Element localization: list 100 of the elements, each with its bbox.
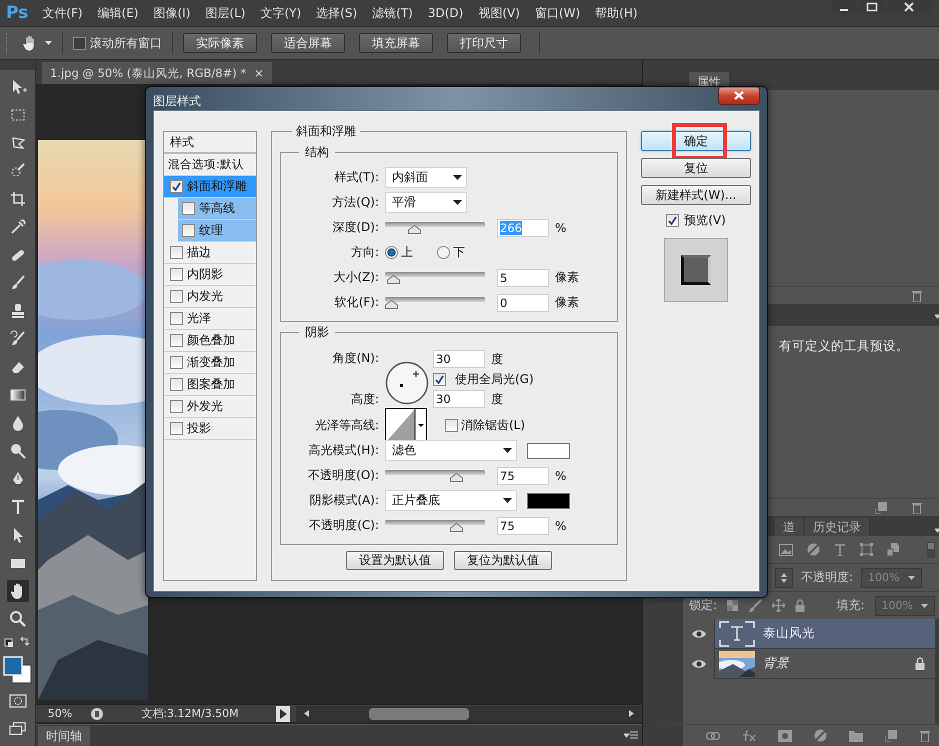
radio-button[interactable] <box>385 246 398 259</box>
trash-icon[interactable] <box>911 289 923 302</box>
radio-button[interactable] <box>437 246 450 259</box>
menu-item[interactable]: 选择(S) <box>316 4 358 22</box>
list-item[interactable]: 投影 <box>164 418 256 440</box>
caret-icon[interactable] <box>503 448 512 453</box>
scroll-left-icon[interactable] <box>304 710 309 717</box>
menu-item[interactable]: 编辑(E) <box>98 4 138 22</box>
play-icon[interactable] <box>276 706 290 722</box>
checkbox[interactable] <box>170 422 183 435</box>
number-field[interactable]: 30 <box>433 350 485 368</box>
blend-mode-spinner[interactable] <box>775 568 793 588</box>
new-layer-icon[interactable] <box>885 730 897 742</box>
color-swatches-icon[interactable] <box>2 656 32 684</box>
lock-icon[interactable] <box>795 599 806 612</box>
list-item[interactable]: 图案叠加 <box>164 374 256 396</box>
checkbox[interactable] <box>170 180 183 193</box>
lock-brush-icon[interactable] <box>748 599 762 612</box>
adjustment-filter-icon[interactable] <box>807 543 820 556</box>
menu-item[interactable]: 图像(I) <box>154 4 190 22</box>
list-item[interactable]: 斜面和浮雕 <box>164 176 256 198</box>
checkbox[interactable] <box>666 214 680 227</box>
caret-icon[interactable] <box>453 200 462 205</box>
menu-item[interactable]: 3D(D) <box>428 6 464 20</box>
toolbar-button[interactable]: 填充屏幕 <box>359 33 433 53</box>
folder-icon[interactable] <box>849 730 863 742</box>
smart-object-filter-icon[interactable] <box>887 543 899 556</box>
image-filter-icon[interactable] <box>779 544 793 556</box>
panel-menu-icon[interactable] <box>624 730 638 740</box>
list-item[interactable]: 渐变叠加 <box>164 352 256 374</box>
default-button[interactable]: 设置为默认值 <box>346 551 444 570</box>
shape-filter-icon[interactable] <box>860 543 873 556</box>
mask-icon[interactable] <box>778 730 792 742</box>
dropdown[interactable]: 正片叠底 <box>385 490 517 511</box>
menu-item[interactable]: 视图(V) <box>478 4 520 22</box>
list-item[interactable]: 内阴影 <box>164 264 256 286</box>
slider-thumb[interactable] <box>450 523 464 532</box>
layer-row[interactable]: 泰山风光 <box>683 619 935 649</box>
document-tab[interactable]: 1.jpg @ 50% (泰山风光, RGB/8#) * × <box>42 62 272 84</box>
fx-icon[interactable] <box>742 730 756 742</box>
list-item[interactable]: 内发光 <box>164 286 256 308</box>
layer-row[interactable]: 背景 <box>683 649 935 679</box>
caret-icon[interactable] <box>453 175 462 180</box>
list-item[interactable]: 纹理 <box>178 220 256 242</box>
timeline-tab[interactable]: 时间轴 <box>38 726 90 746</box>
checkbox[interactable] <box>170 356 183 369</box>
dropdown[interactable]: 内斜面 <box>385 167 467 188</box>
checkbox[interactable] <box>73 36 86 50</box>
menu-item[interactable]: 帮助(H) <box>595 4 638 22</box>
list-item[interactable]: 颜色叠加 <box>164 330 256 352</box>
close-tab-button[interactable]: × <box>254 66 264 80</box>
menu-item[interactable]: 图层(L) <box>205 4 246 22</box>
number-field[interactable]: 75 <box>497 516 549 534</box>
checkbox[interactable] <box>433 372 446 386</box>
horizontal-scrollbar[interactable] <box>296 706 642 722</box>
number-field[interactable]: 75 <box>497 466 549 484</box>
toolbar-button[interactable]: 打印尺寸 <box>447 33 521 53</box>
list-item[interactable]: 等高线 <box>178 198 256 220</box>
slider-thumb[interactable] <box>450 473 464 482</box>
dropdown[interactable]: 平滑 <box>385 192 467 213</box>
trash-icon[interactable] <box>919 729 931 742</box>
list-header[interactable]: 样式 <box>164 132 256 154</box>
dialog-button[interactable]: 复位 <box>641 158 751 178</box>
menu-item[interactable]: 文字(Y) <box>260 4 302 22</box>
adjustment-icon[interactable] <box>814 729 827 742</box>
checkbox[interactable] <box>170 268 183 281</box>
swap-colors-icon[interactable] <box>4 636 32 650</box>
info-icon[interactable] <box>90 706 104 720</box>
checkbox[interactable] <box>170 290 183 303</box>
scroll-right-icon[interactable] <box>629 710 634 717</box>
contour-picker[interactable] <box>385 408 427 443</box>
slider-thumb[interactable] <box>408 225 422 234</box>
menu-item[interactable]: 滤镜(T) <box>372 4 413 22</box>
slider-thumb[interactable] <box>385 300 398 309</box>
checkbox[interactable] <box>170 400 183 413</box>
color-swatch[interactable] <box>527 492 570 508</box>
angle-dial[interactable] <box>385 361 429 405</box>
checkbox[interactable] <box>182 202 195 215</box>
default-button[interactable]: 复位为默认值 <box>454 551 552 570</box>
new-preset-icon[interactable] <box>875 502 887 514</box>
number-field[interactable]: 0 <box>497 294 549 312</box>
list-item[interactable]: 描边 <box>164 242 256 264</box>
menu-item[interactable]: 文件(F) <box>42 4 83 22</box>
toolbar-button[interactable]: 适合屏幕 <box>271 33 345 53</box>
eye-icon[interactable] <box>690 628 706 638</box>
list-item[interactable]: 光泽 <box>164 308 256 330</box>
dropdown[interactable]: 滤色 <box>385 440 517 461</box>
panel-tab[interactable]: 历史记录 <box>805 518 869 536</box>
checkbox[interactable] <box>182 224 195 237</box>
lock-move-icon[interactable] <box>772 599 786 612</box>
close-icon[interactable] <box>718 87 760 105</box>
number-field[interactable]: 5 <box>497 268 549 286</box>
checkbox[interactable] <box>170 334 183 347</box>
type-filter-icon[interactable] <box>834 544 846 556</box>
dialog-button[interactable]: 新建样式(W)... <box>641 185 751 205</box>
list-item[interactable]: 外发光 <box>164 396 256 418</box>
checkbox[interactable] <box>170 378 183 391</box>
number-field[interactable]: 30 <box>433 390 485 408</box>
trash-icon[interactable] <box>911 501 923 514</box>
checkbox[interactable] <box>170 312 183 325</box>
